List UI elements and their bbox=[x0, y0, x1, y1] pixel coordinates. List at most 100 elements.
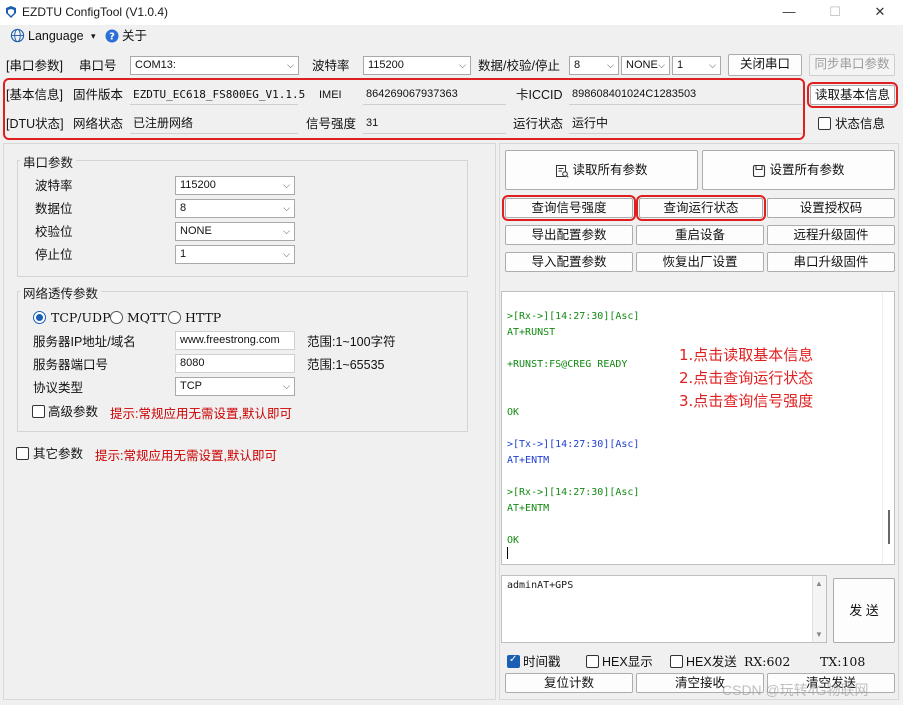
window-title: EZDTU ConfigTool (V1.0.4) bbox=[22, 5, 169, 19]
export-config-button[interactable]: 导出配置参数 bbox=[505, 225, 633, 245]
chevron-down-icon: ⌵ bbox=[658, 60, 665, 70]
baud-value: 115200 bbox=[368, 59, 404, 71]
chevron-down-icon: ⌵ bbox=[287, 60, 294, 70]
databits-select[interactable]: 8 ⌵ bbox=[569, 56, 619, 75]
protocol-radio-tcp[interactable] bbox=[33, 311, 46, 324]
step-annotation-2: 2.点击查询运行状态 bbox=[679, 369, 814, 387]
baud-label: 波特率 bbox=[312, 59, 350, 73]
parity-select[interactable]: NONE ⌵ bbox=[621, 56, 670, 75]
sp-baud-value: 115200 bbox=[180, 179, 216, 191]
sp-stopbits-select[interactable]: 1 ⌵ bbox=[175, 245, 295, 264]
sync-port-button[interactable]: 同步串口参数 bbox=[809, 54, 895, 76]
frame-label: 数据/校验/停止 bbox=[478, 59, 560, 73]
serial-section-label: [串口参数] bbox=[6, 59, 63, 73]
sp-databits-label: 数据位 bbox=[35, 202, 73, 216]
scroll-down-icon[interactable]: ▼ bbox=[815, 630, 823, 639]
scroll-up-icon[interactable]: ▲ bbox=[815, 579, 823, 588]
sp-baud-label: 波特率 bbox=[35, 179, 73, 193]
log-line: AT+ENTM bbox=[507, 455, 550, 466]
net-status-field: 已注册网络 bbox=[130, 114, 298, 134]
sp-stopbits-value: 1 bbox=[180, 248, 187, 260]
log-scroll-thumb[interactable] bbox=[888, 510, 890, 544]
timestamp-label: 时间戳 bbox=[523, 655, 561, 669]
log-output[interactable]: >[Rx->][14:27:30][Asc] AT+RUNST +RUNST:FS@… bbox=[501, 291, 895, 565]
log-line: >[Rx->][14:27:30][Asc] bbox=[507, 487, 640, 498]
send-scrollbar[interactable]: ▲ ▼ bbox=[812, 576, 826, 642]
imei-field: 864269067937363 bbox=[363, 85, 506, 105]
protocol-label-mqtt: MQTT bbox=[127, 310, 167, 325]
hex-show-checkbox[interactable] bbox=[586, 655, 599, 668]
other-params-hint: 提示:常规应用无需设置,默认即可 bbox=[95, 449, 277, 463]
proto-type-label: 协议类型 bbox=[33, 381, 84, 395]
protocol-radio-mqtt[interactable] bbox=[110, 311, 123, 324]
remote-upgrade-button[interactable]: 远程升级固件 bbox=[767, 225, 895, 245]
server-input[interactable]: www.freestrong.com bbox=[175, 331, 295, 350]
help-icon: ? bbox=[105, 29, 119, 43]
menu-language[interactable]: Language bbox=[28, 27, 84, 45]
proto-type-value: TCP bbox=[180, 380, 202, 392]
port-value: COM13: bbox=[135, 59, 176, 71]
query-signal-button[interactable]: 查询信号强度 bbox=[505, 198, 633, 218]
hex-send-label: HEX发送 bbox=[686, 655, 737, 669]
step-annotation-3: 3.点击查询信号强度 bbox=[679, 392, 814, 410]
imei-label: IMEI bbox=[319, 89, 342, 101]
reset-count-button[interactable]: 复位计数 bbox=[505, 673, 633, 693]
sp-parity-value: NONE bbox=[180, 225, 212, 237]
port-select[interactable]: COM13: ⌵ bbox=[130, 56, 299, 75]
log-line: OK bbox=[507, 535, 520, 546]
set-auth-button[interactable]: 设置授权码 bbox=[767, 198, 895, 218]
query-status-button[interactable]: 查询运行状态 bbox=[639, 198, 763, 218]
set-all-params-button[interactable]: 设置所有参数 bbox=[702, 150, 895, 190]
sp-databits-value: 8 bbox=[180, 202, 187, 214]
sp-databits-select[interactable]: 8 ⌵ bbox=[175, 199, 295, 218]
restart-device-button[interactable]: 重启设备 bbox=[636, 225, 764, 245]
chevron-down-icon: ⌵ bbox=[283, 249, 290, 259]
server-port-input[interactable]: 8080 bbox=[175, 354, 295, 373]
minimize-button[interactable]: — bbox=[766, 0, 812, 25]
protocol-label-tcp: TCP/UDP bbox=[51, 310, 111, 325]
hex-show-label: HEX显示 bbox=[602, 655, 653, 669]
dtu-section-label: [DTU状态] bbox=[6, 117, 64, 131]
read-basic-info-button[interactable]: 读取基本信息 bbox=[810, 85, 895, 105]
log-scrollbar[interactable] bbox=[882, 292, 894, 564]
factory-reset-button[interactable]: 恢复出厂设置 bbox=[636, 252, 764, 272]
hex-send-checkbox[interactable] bbox=[670, 655, 683, 668]
protocol-label-http: HTTP bbox=[185, 310, 222, 325]
baud-select[interactable]: 115200 ⌵ bbox=[363, 56, 471, 75]
log-line: AT+ENTM bbox=[507, 503, 550, 514]
rx-counter: RX:602 bbox=[744, 654, 791, 669]
close-port-button[interactable]: 关闭串口 bbox=[728, 54, 802, 76]
firmware-label: 固件版本 bbox=[73, 88, 124, 102]
sp-parity-label: 校验位 bbox=[35, 225, 73, 239]
other-params-checkbox[interactable] bbox=[16, 447, 29, 460]
chevron-down-icon: ⌵ bbox=[459, 60, 466, 70]
advanced-checkbox[interactable] bbox=[32, 405, 45, 418]
read-all-params-button[interactable]: 读取所有参数 bbox=[505, 150, 698, 190]
databits-value: 8 bbox=[574, 59, 581, 71]
serial-upgrade-button[interactable]: 串口升级固件 bbox=[767, 252, 895, 272]
status-info-checkbox[interactable] bbox=[818, 117, 831, 130]
save-icon bbox=[753, 164, 766, 177]
close-button[interactable]: ✕ bbox=[857, 0, 903, 25]
timestamp-checkbox[interactable] bbox=[507, 654, 520, 668]
proto-type-select[interactable]: TCP ⌵ bbox=[175, 377, 295, 396]
import-config-button[interactable]: 导入配置参数 bbox=[505, 252, 633, 272]
advanced-label: 高级参数 bbox=[48, 405, 99, 419]
send-input[interactable]: adminAT+GPS ▲ ▼ bbox=[501, 575, 827, 643]
send-button[interactable]: 发 送 bbox=[833, 578, 895, 643]
log-line: AT+RUNST bbox=[507, 327, 556, 338]
stopbits-select[interactable]: 1 ⌵ bbox=[672, 56, 721, 75]
maximize-button[interactable]: ☐ bbox=[812, 0, 858, 25]
chevron-down-icon: ⌵ bbox=[709, 60, 716, 70]
protocol-radio-http[interactable] bbox=[168, 311, 181, 324]
status-info-label: 状态信息 bbox=[835, 117, 886, 131]
menu-about[interactable]: 关于 bbox=[122, 27, 147, 45]
sp-parity-select[interactable]: NONE ⌵ bbox=[175, 222, 295, 241]
other-params-label: 其它参数 bbox=[33, 447, 84, 461]
stopbits-value: 1 bbox=[677, 59, 684, 71]
sp-baud-select[interactable]: 115200 ⌵ bbox=[175, 176, 295, 195]
read-all-params-label: 读取所有参数 bbox=[572, 163, 648, 177]
chevron-down-icon: ⌵ bbox=[283, 180, 290, 190]
firmware-field: EZDTU_EC618_FS800EG_V1.1.5 bbox=[130, 85, 305, 105]
chevron-down-icon: ▾ bbox=[91, 31, 96, 41]
